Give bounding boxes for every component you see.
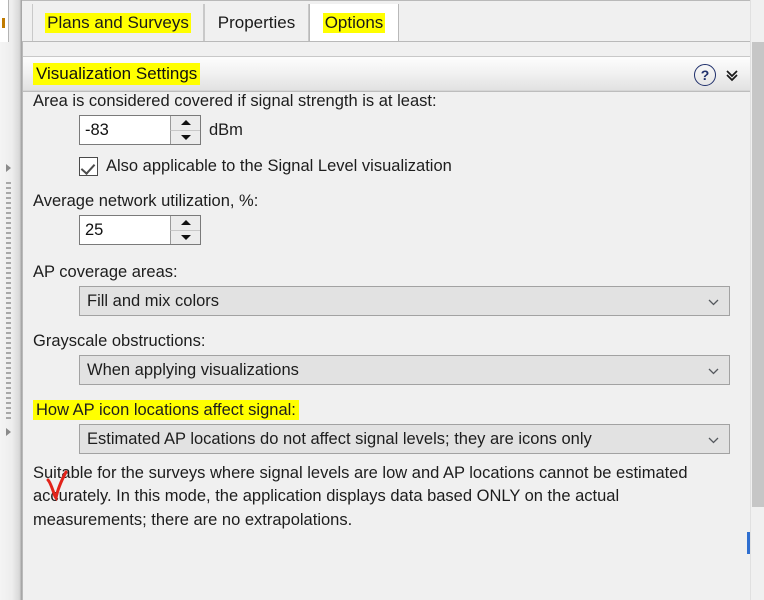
chevron-down-icon [707,365,720,378]
utilization-stepper-up[interactable] [170,216,200,231]
coverage-threshold-value: -83 [85,120,109,139]
ap-coverage-areas-select[interactable]: Fill and mix colors [79,286,730,316]
tab-options-label: Options [322,13,386,33]
triangle-down-icon [180,234,191,240]
also-applicable-label: Also applicable to the Signal Level visu… [106,157,452,175]
coverage-stepper-down[interactable] [170,130,200,144]
triangle-up-icon [180,120,191,126]
coverage-stepper-buttons[interactable] [170,116,200,144]
scrollbar-thumb[interactable] [752,42,764,507]
ap-icon-locations-label: How AP icon locations affect signal: [33,400,750,420]
left-panel-stub [0,0,9,42]
triangle-down-icon [180,134,191,140]
tab-properties-label: Properties [217,13,296,32]
tab-strip: Plans and Surveys Properties Options [22,0,750,42]
coverage-threshold-row: -83 dBm [23,115,750,145]
also-applicable-checkbox-row[interactable]: Also applicable to the Signal Level visu… [79,157,750,176]
options-page: Visualization Settings ? Area is conside… [22,42,750,600]
tabstrip-top-rule [22,0,750,1]
ap-icon-locations-label-text: How AP icon locations affect signal: [33,400,299,420]
utilization-value: 25 [85,220,104,239]
ap-icon-locations-value: Estimated AP locations do not affect sig… [87,429,592,448]
grayscale-obstructions-select[interactable]: When applying visualizations [79,355,730,385]
options-panel: Plans and Surveys Properties Options Vis… [0,0,764,600]
help-glyph: ? [700,67,710,83]
chevron-down-icon [707,434,720,447]
chevron-down-icon [707,296,720,309]
triangle-up-icon [180,220,191,226]
coverage-stepper-up[interactable] [170,116,200,131]
grayscale-obstructions-value: When applying visualizations [87,360,299,379]
tab-options[interactable]: Options [309,4,399,42]
utilization-label: Average network utilization, %: [33,192,259,210]
settings-content: Area is considered covered if signal str… [23,92,750,600]
tab-plans-and-surveys[interactable]: Plans and Surveys [32,4,204,42]
chevron-double-down-icon[interactable] [724,67,740,83]
splitter-grip[interactable] [6,182,11,420]
triangle-down-icon[interactable] [6,428,11,436]
utilization-stepper-buttons[interactable] [170,216,200,244]
grayscale-obstructions-label: Grayscale obstructions: [33,332,206,350]
coverage-threshold-label: Area is considered covered if signal str… [33,92,437,110]
tab-properties[interactable]: Properties [204,4,309,42]
ap-coverage-areas-value: Fill and mix colors [87,291,220,310]
mode-description: Suitable for the surveys where signal le… [33,464,688,529]
ap-coverage-areas-label: AP coverage areas: [33,263,178,281]
utilization-stepper[interactable]: 25 [79,215,201,245]
triangle-up-icon[interactable] [6,164,11,172]
group-title: Visualization Settings [33,63,201,85]
visualization-settings-header[interactable]: Visualization Settings ? [23,56,750,92]
question-mark-icon[interactable]: ? [694,64,716,86]
group-title-text: Visualization Settings [33,63,201,85]
left-splitter[interactable] [0,0,22,600]
also-applicable-checkbox[interactable] [79,157,98,176]
coverage-threshold-stepper[interactable]: -83 [79,115,201,145]
utilization-stepper-down[interactable] [170,230,200,244]
tab-plans-label: Plans and Surveys [45,13,191,33]
vertical-scrollbar[interactable] [750,0,764,600]
ap-icon-locations-select[interactable]: Estimated AP locations do not affect sig… [79,424,730,454]
coverage-threshold-unit: dBm [209,120,243,139]
